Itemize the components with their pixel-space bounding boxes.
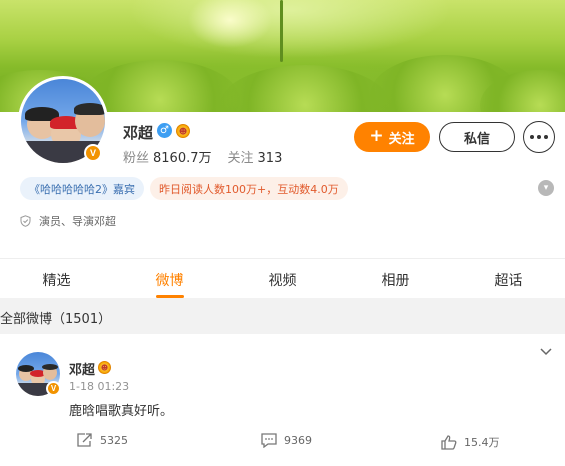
fans-label: 粉丝: [123, 151, 150, 166]
thumbs-up-icon: [441, 435, 457, 450]
comment-icon: [261, 433, 277, 448]
chevron-down-icon[interactable]: [539, 346, 553, 358]
expand-chevron-icon[interactable]: ▾: [538, 180, 554, 196]
vip-crown-icon: ☻: [98, 361, 111, 374]
post-card: V 邓超 ☻ 1-18 01:23 鹿晗唱歌真好听。 5325 9369 15.…: [0, 334, 565, 466]
tab-weibo[interactable]: 微博: [113, 259, 226, 298]
reading-stats-tag[interactable]: 昨日阅读人数100万+，互动数4.0万: [150, 177, 348, 200]
post-author[interactable]: 邓超: [69, 359, 95, 378]
following-label: 关注: [227, 151, 254, 166]
more-dot-icon: [530, 135, 534, 139]
plus-icon: +: [369, 125, 384, 146]
following-count[interactable]: 313: [258, 151, 283, 166]
post-actions: 5325 9369 15.4万: [0, 432, 565, 456]
more-options-button[interactable]: [523, 121, 555, 153]
follow-button-label: 关注: [388, 131, 415, 147]
post-timestamp[interactable]: 1-18 01:23: [69, 380, 129, 393]
more-dot-icon: [544, 135, 548, 139]
comment-button[interactable]: 9369: [260, 432, 312, 448]
message-button[interactable]: 私信: [439, 122, 515, 152]
profile-description: 演员、导演邓超: [20, 213, 116, 229]
section-header: 全部微博（1501）: [0, 298, 565, 334]
show-guest-tag[interactable]: 《哈哈哈哈哈2》嘉宾: [20, 177, 144, 200]
tab-super-topic[interactable]: 超话: [452, 259, 565, 298]
plant-stem: [280, 0, 283, 62]
tab-featured[interactable]: 精选: [0, 259, 113, 298]
more-dot-icon: [537, 135, 541, 139]
male-icon: ♂: [157, 123, 172, 138]
profile-tabs: 精选 微博 视频 相册 超话: [0, 258, 565, 298]
comment-count: 9369: [284, 433, 312, 447]
like-count: 15.4万: [464, 436, 500, 449]
repost-count: 5325: [100, 433, 128, 447]
profile-stats: 粉丝 8160.7万 关注 313: [123, 147, 282, 166]
verified-badge-icon: V: [84, 144, 102, 162]
all-posts-count[interactable]: 全部微博（1501）: [0, 312, 111, 327]
message-button-label: 私信: [463, 131, 490, 147]
tab-albums[interactable]: 相册: [339, 259, 452, 298]
fans-count[interactable]: 8160.7万: [153, 151, 212, 166]
follow-button[interactable]: + 关注: [354, 122, 430, 152]
repost-button[interactable]: 5325: [76, 432, 128, 448]
description-text: 演员、导演邓超: [39, 215, 116, 228]
post-content: 鹿晗唱歌真好听。: [69, 404, 174, 419]
profile-name: 邓超: [123, 124, 154, 142]
shield-icon: [20, 215, 31, 227]
repost-icon: [77, 433, 92, 447]
verified-badge-icon: V: [46, 381, 61, 396]
like-button[interactable]: 15.4万: [440, 434, 500, 450]
tab-videos[interactable]: 视频: [226, 259, 339, 298]
vip-crown-icon: ☻: [176, 124, 190, 138]
